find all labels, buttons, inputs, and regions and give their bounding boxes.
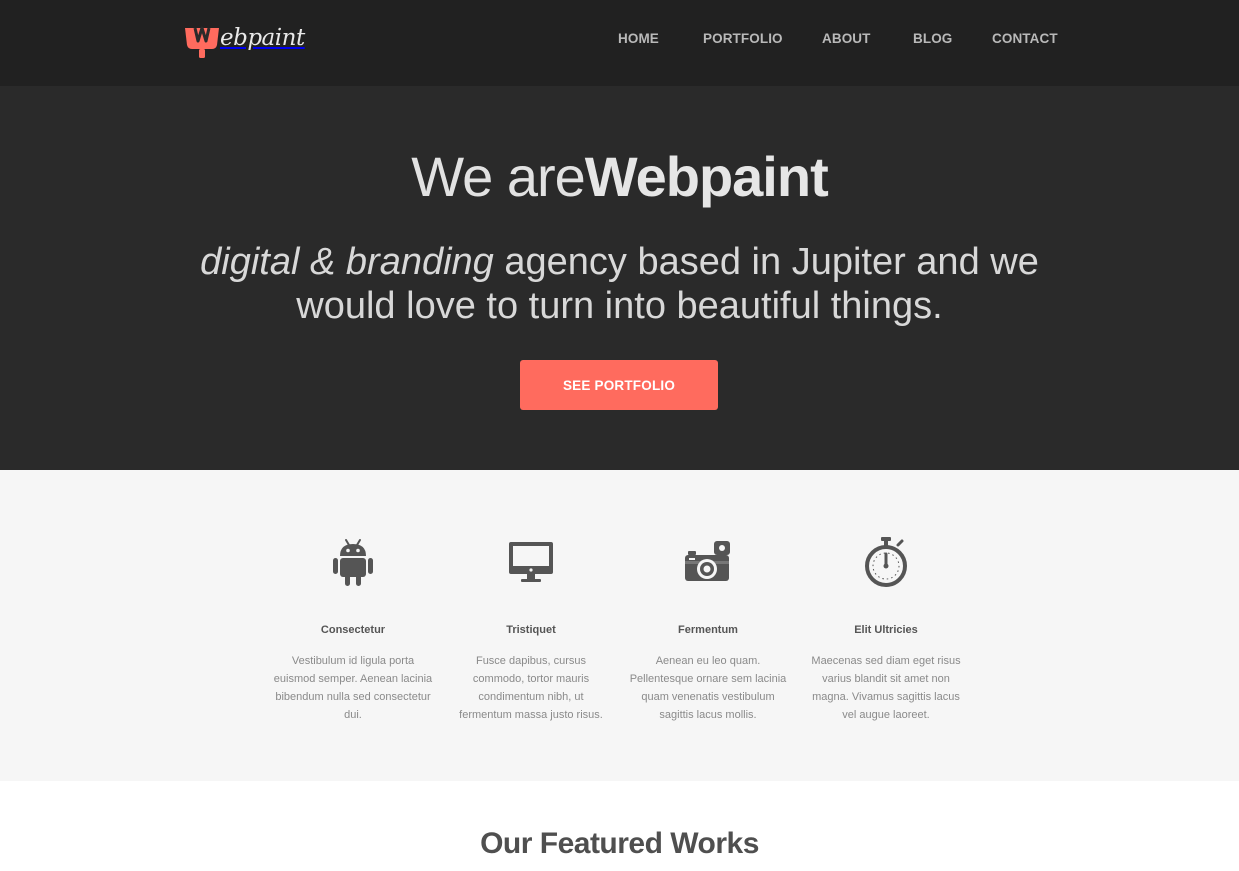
feature-text: Maecenas sed diam eget risus varius blan… <box>811 655 961 721</box>
nav-about[interactable]: ABOUT <box>822 31 871 46</box>
features-section: Consectetur Vestibulum id ligula porta e… <box>0 470 1239 781</box>
feature-text: Fusce dapibus, cursus commodo, tortor ma… <box>459 655 603 721</box>
nav-blog[interactable]: BLOG <box>913 31 952 46</box>
feature-title: Tristiquet <box>506 624 556 636</box>
feature-text: Vestibulum id ligula porta euismod sempe… <box>273 655 433 721</box>
hero-title: We areWebpaint <box>0 142 1239 212</box>
hero-subtitle: digital & branding agency based in Jupit… <box>180 240 1059 328</box>
feature-text: Aenean eu leo quam. Pellentesque ornare … <box>629 655 787 721</box>
featured-works-section: Our Featured Works <box>0 781 1239 871</box>
android-icon <box>329 534 377 590</box>
main-nav: HOME PORTFOLIO ABOUT BLOG CONTACT <box>0 31 1239 51</box>
hero-title-bold: Webpaint <box>584 145 829 208</box>
nav-contact[interactable]: CONTACT <box>992 31 1058 46</box>
monitor-icon <box>507 534 555 590</box>
see-portfolio-button[interactable]: SEE PORTFOLIO <box>520 360 718 410</box>
feature-title: Elit Ultricies <box>854 624 918 636</box>
hero-subtitle-emphasis: digital & branding <box>200 241 494 283</box>
hero-section: We areWebpaint digital & branding agency… <box>0 86 1239 470</box>
feature-title: Fermentum <box>678 624 738 636</box>
nav-portfolio[interactable]: PORTFOLIO <box>703 31 783 46</box>
hero-title-light: We are <box>411 145 585 208</box>
camera-icon <box>684 534 732 590</box>
stopwatch-icon <box>862 534 910 590</box>
featured-works-heading: Our Featured Works <box>480 827 759 860</box>
top-navbar: ebpaint HOME PORTFOLIO ABOUT BLOG CONTAC… <box>0 0 1239 86</box>
feature-title: Consectetur <box>320 624 386 636</box>
nav-home[interactable]: HOME <box>618 31 659 46</box>
